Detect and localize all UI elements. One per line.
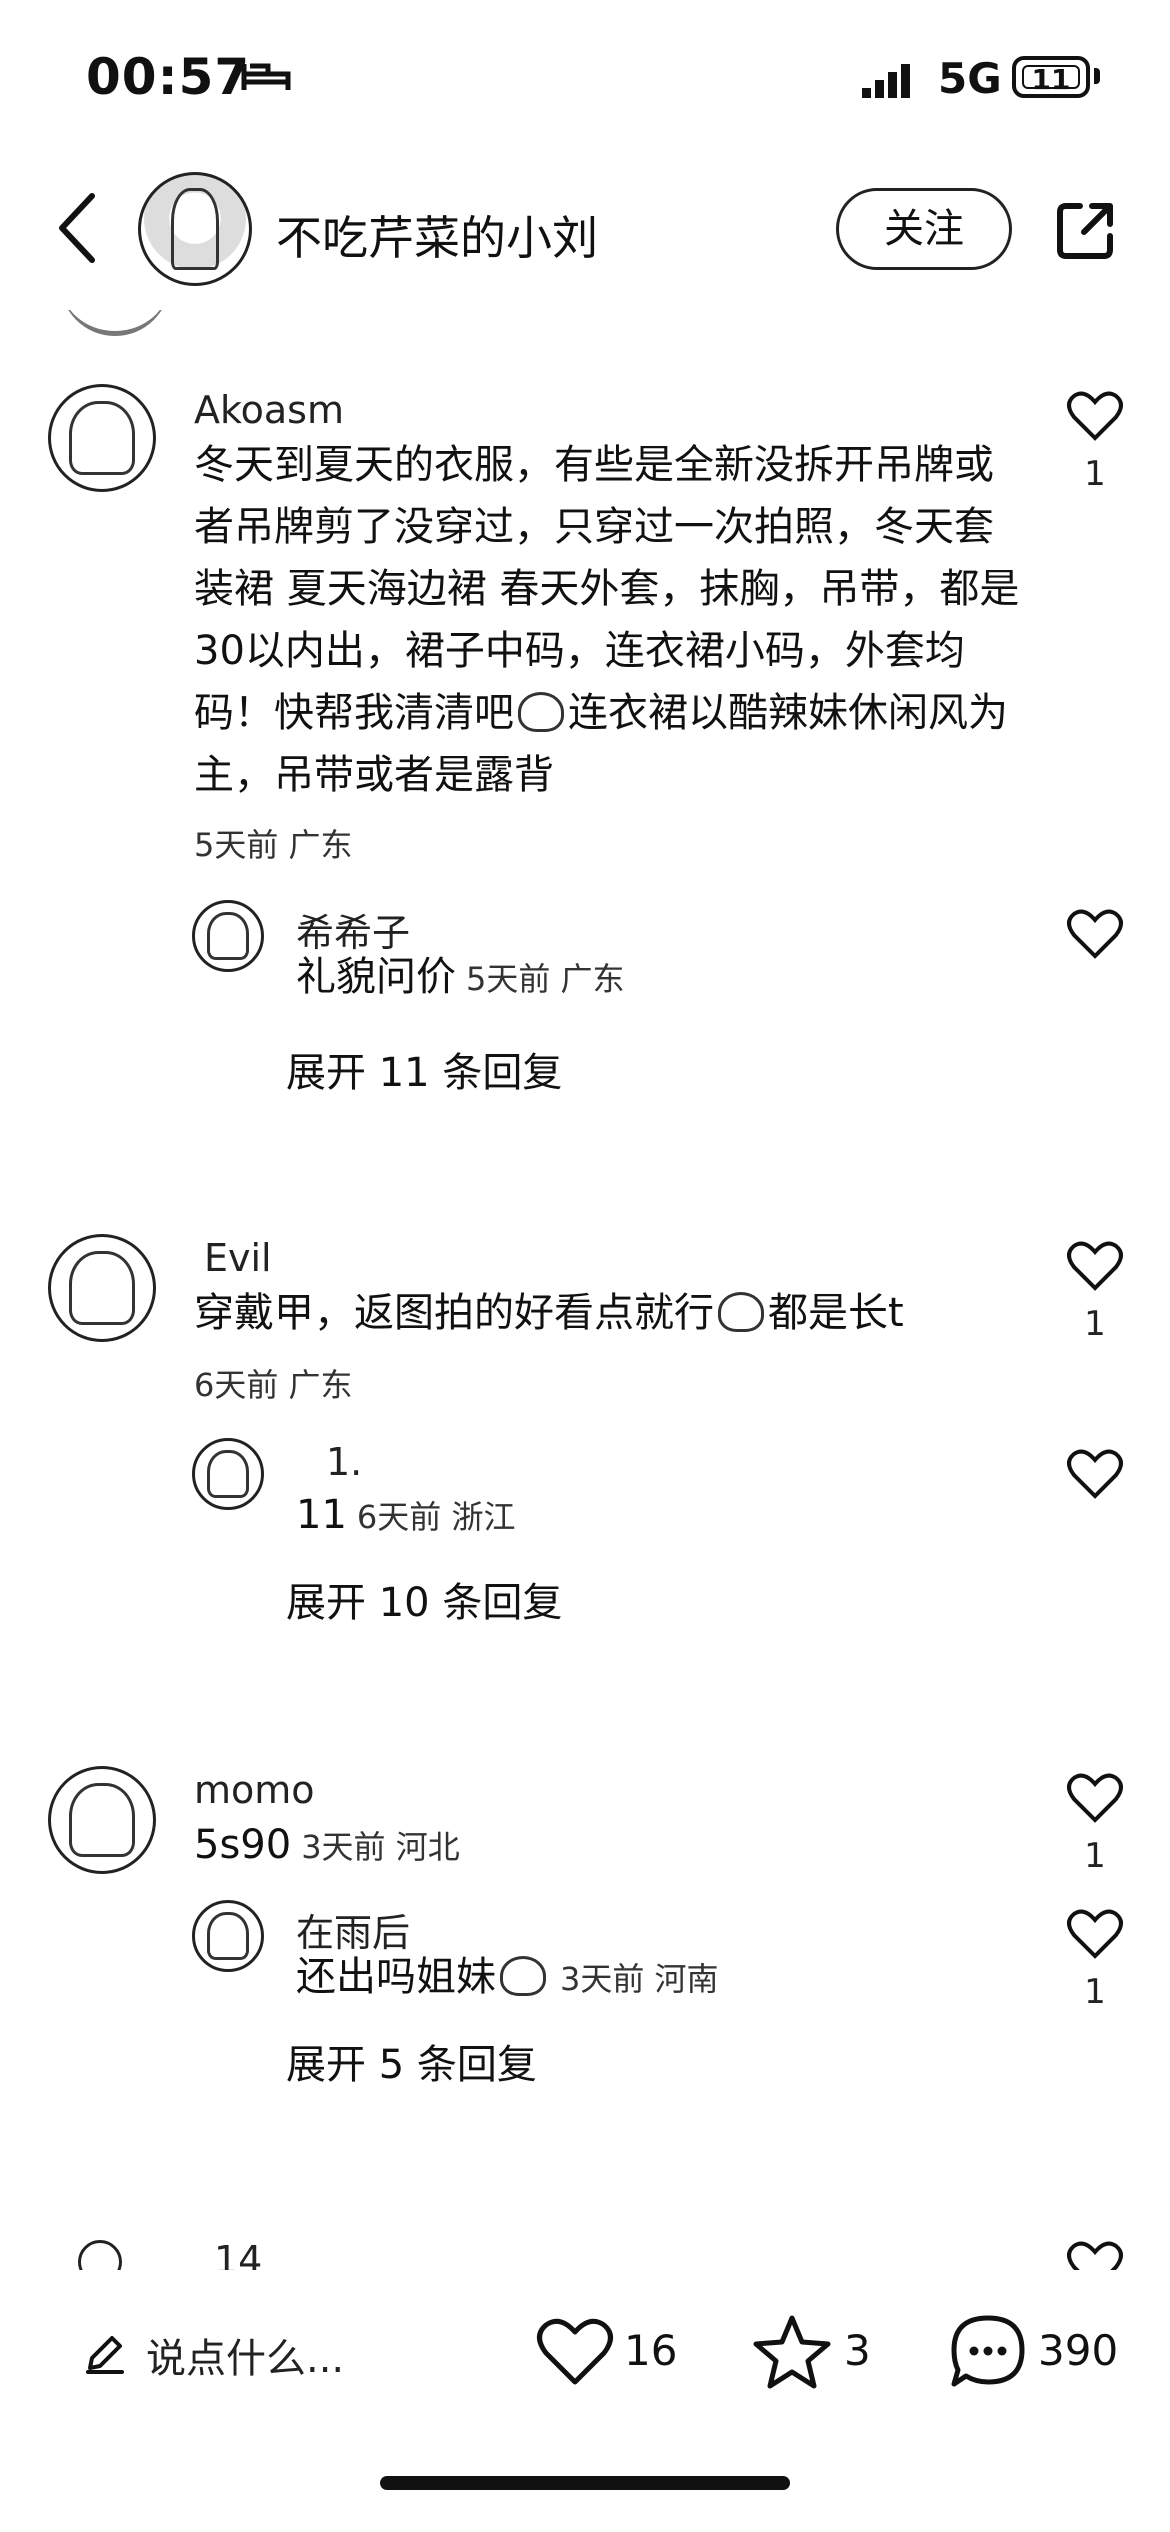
like-count: 1 (1084, 454, 1106, 494)
heart-icon[interactable] (536, 2316, 614, 2388)
reply-body: 11 (296, 1492, 347, 1538)
comment-username[interactable]: Evil (204, 1236, 272, 1280)
reply-body: 还出吗姐妹 (296, 1954, 496, 2000)
comment-count: 390 (1038, 2326, 1119, 2375)
follow-button[interactable]: 关注 (836, 188, 1012, 270)
battery-icon: 11 (1012, 56, 1090, 98)
heart-icon[interactable] (1066, 1448, 1124, 1500)
comment-username[interactable]: 14 (214, 2238, 262, 2270)
reply-text: 还出吗姐妹 3天前 河南 (296, 1946, 719, 2010)
avatar[interactable] (48, 1234, 156, 1342)
signal-icon (862, 64, 910, 98)
avatar[interactable] (192, 1438, 264, 1510)
comment-username[interactable]: momo (194, 1768, 315, 1812)
star-count: 3 (844, 2326, 871, 2375)
reply-meta: 6天前 浙江 (356, 1498, 516, 1536)
avatar (60, 310, 170, 336)
author-name[interactable]: 不吃芹菜的小刘 (276, 202, 598, 268)
reply-text: 礼貌问价 5天前 广东 (296, 946, 625, 1010)
comment-list[interactable]: Akoasm 冬天到夏天的衣服，有些是全新没拆开吊牌或者吊牌剪了没穿过，只穿过一… (0, 310, 1170, 2270)
reply-meta: 3天前 河南 (560, 1960, 719, 1998)
heart-icon[interactable] (1066, 2240, 1124, 2270)
avatar[interactable] (48, 384, 156, 492)
reply-body: 礼貌问价 (296, 954, 456, 1000)
avatar[interactable] (192, 1900, 264, 1972)
battery-tip (1094, 68, 1100, 84)
heart-icon[interactable] (1066, 1240, 1124, 1292)
share-icon[interactable] (1054, 198, 1118, 262)
avatar[interactable] (48, 1766, 156, 1874)
status-time: 00:57 (86, 48, 251, 106)
comment-meta: 6天前 广东 (194, 1366, 353, 1404)
expand-replies-button[interactable]: 展开 10 条回复 (286, 1570, 562, 1628)
heart-icon[interactable] (1066, 1772, 1124, 1824)
star-icon[interactable] (752, 2312, 832, 2392)
heart-icon[interactable] (1066, 390, 1124, 442)
comment-text: 5s90 3天前 河北 (194, 1814, 460, 1878)
bed-icon (241, 63, 291, 90)
comment-icon[interactable] (948, 2312, 1028, 2392)
comment-meta: 3天前 河北 (301, 1828, 460, 1866)
like-count: 1 (1084, 1304, 1106, 1344)
reply-username[interactable]: 1. (326, 1440, 362, 1484)
reply-text: 11 6天前 浙江 (296, 1484, 515, 1548)
battery-level: 11 (1022, 65, 1080, 94)
comment-username[interactable]: Akoasm (194, 388, 344, 432)
comment-text-part: 都是长t (768, 1290, 904, 1336)
home-indicator[interactable] (380, 2476, 790, 2490)
comment-text-part: 穿戴甲，返图拍的好看点就行 (194, 1290, 714, 1336)
bottom-action-bar: 说点什么... 16 3 390 (0, 2270, 1170, 2440)
expand-replies-button[interactable]: 展开 5 条回复 (286, 2032, 537, 2090)
emoji-icon (500, 1956, 546, 1996)
comment-body: 5s90 (194, 1822, 292, 1868)
like-count: 1 (1084, 1972, 1106, 2012)
like-count: 16 (624, 2326, 678, 2375)
author-avatar[interactable] (138, 172, 252, 286)
avatar[interactable] (78, 2240, 122, 2270)
comment-input[interactable]: 说点什么... (146, 2326, 344, 2384)
network-type: 5G (938, 54, 1002, 103)
emoji-icon (518, 692, 564, 732)
avatar[interactable] (192, 900, 264, 972)
comment-text: 冬天到夏天的衣服，有些是全新没拆开吊牌或者吊牌剪了没穿过，只穿过一次拍照，冬天套… (194, 434, 1024, 806)
heart-icon[interactable] (1066, 1908, 1124, 1960)
heart-icon[interactable] (1066, 908, 1124, 960)
pencil-icon[interactable] (84, 2332, 126, 2374)
header: 不吃芹菜的小刘 关注 (0, 150, 1170, 310)
status-bar: 00:57 5G 11 (0, 0, 1170, 150)
comment-text: 穿戴甲，返图拍的好看点就行 都是长t (194, 1282, 1024, 1344)
emoji-icon (718, 1292, 764, 1332)
like-count: 1 (1084, 1836, 1106, 1876)
back-icon[interactable] (48, 190, 108, 266)
expand-replies-button[interactable]: 展开 11 条回复 (286, 1040, 562, 1098)
comment-meta: 5天前 广东 (194, 826, 353, 864)
reply-meta: 5天前 广东 (466, 960, 625, 998)
